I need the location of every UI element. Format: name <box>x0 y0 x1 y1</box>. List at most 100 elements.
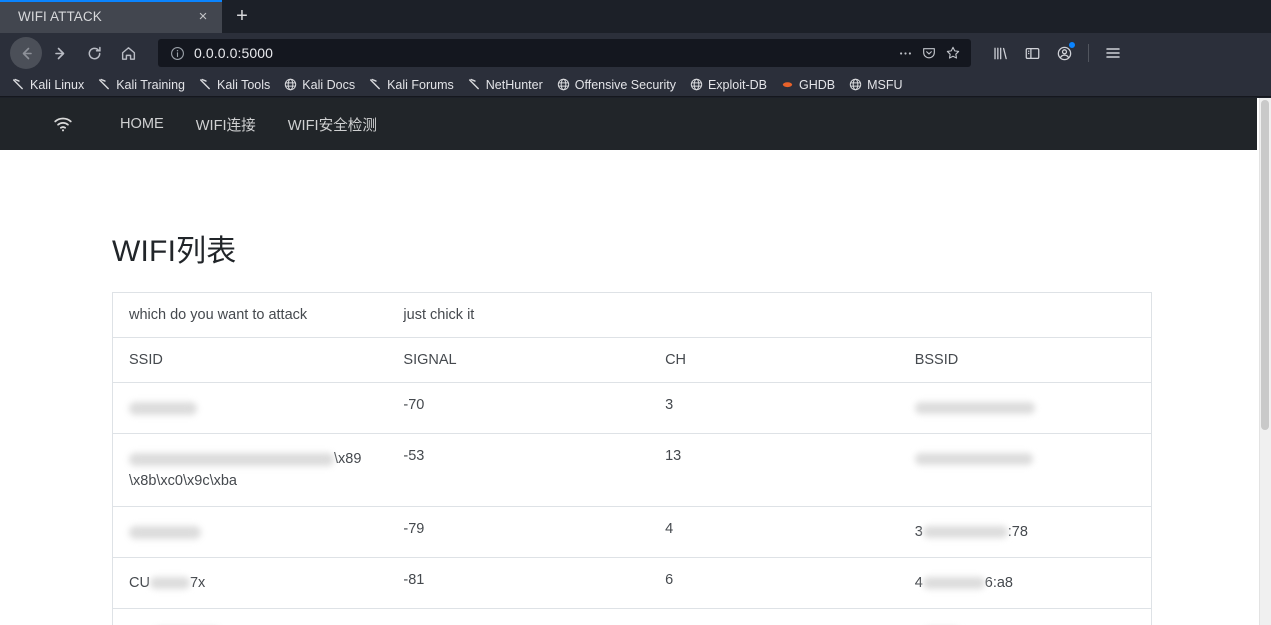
reload-icon[interactable] <box>78 37 110 69</box>
bookmark-kali-forums[interactable]: Kali Forums <box>363 76 460 94</box>
redacted-ssid <box>149 577 190 590</box>
bookmarks-bar: Kali Linux Kali Training Kali Tools Kali… <box>0 73 1271 97</box>
column-header-signal: SIGNAL <box>387 337 650 383</box>
cell-signal: -53 <box>387 433 650 507</box>
bookmark-exploit-db[interactable]: Exploit-DB <box>684 76 773 94</box>
back-arrow-icon[interactable] <box>10 37 42 69</box>
page-viewport: HOME WIFI连接 WIFI安全检测 WIFI列表 which do you… <box>0 98 1271 625</box>
cell-ch: 4 <box>649 506 899 558</box>
cell-ssid[interactable] <box>112 506 388 558</box>
ssid-tail: \x89 <box>334 451 362 467</box>
nav-link-wifi-security-check[interactable]: WIFI安全检测 <box>272 106 393 143</box>
table-row[interactable]: -70 3 <box>112 382 1152 434</box>
bookmark-label: NetHunter <box>485 77 543 92</box>
globe-icon <box>690 78 703 91</box>
cell-signal: -70 <box>387 382 650 434</box>
cell-ssid[interactable]: \x89 \x8b\xc0\x9c\xba <box>112 433 388 507</box>
table-row[interactable]: \x89 \x8b\xc0\x9c\xba -53 13 <box>112 433 1152 507</box>
bookmark-offensive-security[interactable]: Offensive Security <box>551 76 682 94</box>
page-title: WIFI列表 <box>112 235 237 268</box>
content-container: WIFI列表 which do you want to attack just … <box>112 226 1152 625</box>
home-icon[interactable] <box>112 37 144 69</box>
account-icon[interactable] <box>1051 40 1077 66</box>
kali-dragon-icon <box>468 78 481 91</box>
bookmark-label: GHDB <box>799 77 836 92</box>
forward-arrow-icon[interactable] <box>44 37 76 69</box>
url-text[interactable]: 0.0.0.0:5000 <box>194 45 893 61</box>
pocket-icon[interactable] <box>917 41 941 65</box>
globe-icon <box>284 78 297 91</box>
redacted-bssid <box>914 453 1033 466</box>
cell-ch: 8 <box>649 608 899 625</box>
redacted-ssid <box>129 525 201 539</box>
globe-icon <box>849 78 862 91</box>
prompt-left: which do you want to attack <box>129 307 308 323</box>
table-row[interactable]: @P_7C -86 8 2a:98:0a:7e <box>112 608 1152 625</box>
kali-dragon-icon <box>199 78 212 91</box>
new-tab-button[interactable]: + <box>222 0 262 33</box>
column-header-ssid: SSID <box>112 337 388 383</box>
cell-ch: 13 <box>649 433 899 507</box>
bookmark-kali-tools[interactable]: Kali Tools <box>193 76 276 94</box>
cell-ssid[interactable] <box>112 382 388 434</box>
nav-link-wifi-connect[interactable]: WIFI连接 <box>180 106 272 143</box>
url-bar[interactable]: 0.0.0.0:5000 <box>158 39 971 67</box>
page-info-icon[interactable] <box>168 44 186 62</box>
nav-link-home[interactable]: HOME <box>104 108 180 140</box>
bookmark-star-icon[interactable] <box>941 41 965 65</box>
cell-signal: -86 <box>387 608 650 625</box>
redacted-ssid <box>129 401 197 415</box>
account-notification-badge <box>1068 41 1076 49</box>
cell-ssid[interactable]: @P_7C <box>112 608 388 625</box>
bookmark-label: Kali Forums <box>387 77 454 92</box>
kali-dragon-icon <box>12 78 25 91</box>
browser-chrome: WIFI ATTACK × + 0.0.0.0:5000 Kali Linux … <box>0 0 1271 97</box>
browser-window: WIFI ATTACK × + 0.0.0.0:5000 Kali Linux … <box>0 0 1271 625</box>
column-header-ch: CH <box>649 337 899 383</box>
page-actions-icon[interactable] <box>893 41 917 65</box>
cell-bssid <box>898 433 1152 507</box>
redacted-bssid <box>914 402 1035 415</box>
cell-ssid[interactable]: CU 7x <box>112 557 388 609</box>
bookmark-kali-linux[interactable]: Kali Linux <box>6 76 90 94</box>
bookmark-kali-docs[interactable]: Kali Docs <box>278 76 361 94</box>
cell-bssid <box>898 382 1152 434</box>
ghdb-icon <box>781 78 794 91</box>
bookmark-label: Kali Linux <box>30 77 85 92</box>
sidebar-icon[interactable] <box>1019 40 1045 66</box>
bookmark-label: Kali Training <box>116 77 185 92</box>
bssid-suffix: 6:a8 <box>984 575 1013 591</box>
bookmark-label: Kali Docs <box>302 77 356 92</box>
toolbar-right <box>983 40 1126 66</box>
tab-title: WIFI ATTACK <box>18 9 102 24</box>
bookmark-label: Offensive Security <box>574 77 676 92</box>
table-row[interactable]: CU 7x -81 6 4 6:a8 <box>112 557 1152 609</box>
prompt-empty-ch <box>649 293 899 338</box>
table-row[interactable]: -79 4 3:78 <box>112 506 1152 558</box>
wifi-list-table: which do you want to attack just chick i… <box>112 292 1152 625</box>
close-icon[interactable]: × <box>194 8 212 26</box>
bssid-suffix: :78 <box>1007 524 1028 540</box>
bookmark-label: MSFU <box>867 77 903 92</box>
redacted-bssid <box>922 577 985 590</box>
toolbar-divider <box>1088 44 1089 62</box>
bookmark-kali-training[interactable]: Kali Training <box>92 76 191 94</box>
wifi-icon[interactable] <box>52 113 74 135</box>
tab-wifi-attack[interactable]: WIFI ATTACK × <box>0 0 222 33</box>
bookmark-ghdb[interactable]: GHDB <box>775 76 841 94</box>
scrollbar-thumb[interactable] <box>1261 100 1269 430</box>
redacted-bssid <box>922 526 1008 539</box>
bookmark-label: Exploit-DB <box>707 77 767 92</box>
cell-ch: 6 <box>649 557 899 609</box>
hamburger-menu-icon[interactable] <box>1100 40 1126 66</box>
ssid-prefix: CU <box>129 575 150 591</box>
library-icon[interactable] <box>987 40 1013 66</box>
vertical-scrollbar[interactable] <box>1259 98 1271 625</box>
column-header-bssid: BSSID <box>898 337 1152 383</box>
bookmark-msfu[interactable]: MSFU <box>843 76 908 94</box>
page-content: WIFI列表 which do you want to attack just … <box>0 226 1271 625</box>
cell-signal: -79 <box>387 506 650 558</box>
site-navbar: HOME WIFI连接 WIFI安全检测 <box>0 98 1257 150</box>
bookmark-nethunter[interactable]: NetHunter <box>462 76 549 94</box>
cell-signal: -81 <box>387 557 650 609</box>
